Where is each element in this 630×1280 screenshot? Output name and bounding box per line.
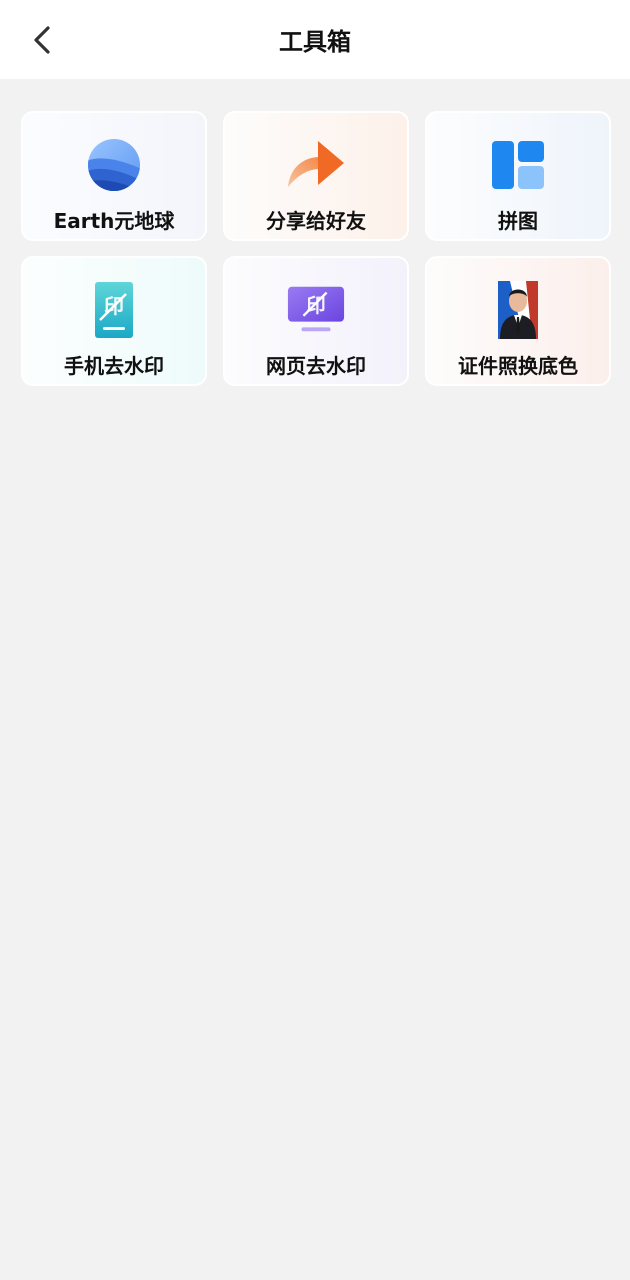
tool-tile-web-watermark[interactable]: 印 网页去水印 [223,256,409,386]
page-title: 工具箱 [279,28,351,56]
collage-layout-icon [488,135,548,195]
phone-watermark-remove-icon: 印 [84,280,144,340]
tool-tile-earth[interactable]: Earth元地球 [21,111,207,241]
top-bar: 工具箱 [0,0,630,79]
tool-label: 网页去水印 [266,354,366,378]
chevron-left-icon [34,26,50,54]
tool-grid: Earth元地球 分享给好友 拼图 手机去水印 印 网页去水印 证件照换底色 [21,111,611,386]
tool-label: 手机去水印 [64,354,164,378]
id-photo-background-icon [488,280,548,340]
tool-label: 证件照换底色 [458,354,578,378]
tool-label: 拼图 [498,209,538,233]
tool-label: 分享给好友 [266,209,366,233]
web-watermark-remove-icon: 印 [286,280,346,340]
share-arrow-icon [286,135,346,195]
tool-tile-puzzle[interactable]: 拼图 [425,111,611,241]
tool-label: Earth元地球 [53,209,175,233]
tool-tile-id-photo[interactable]: 证件照换底色 [425,256,611,386]
tool-tile-share[interactable]: 分享给好友 [223,111,409,241]
tool-tile-phone-watermark[interactable]: 印 手机去水印 [21,256,207,386]
back-button[interactable] [22,18,62,62]
earth-globe-icon [84,135,144,195]
